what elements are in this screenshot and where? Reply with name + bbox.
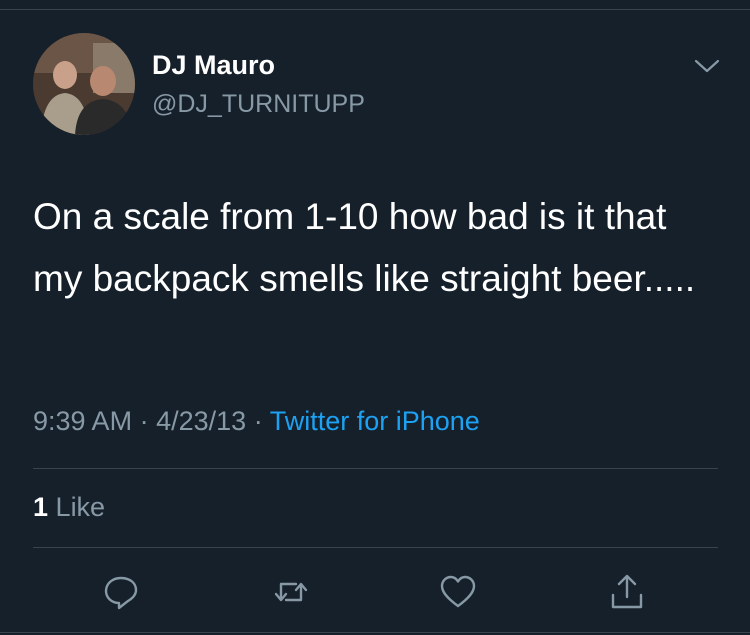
share-icon[interactable] <box>608 573 646 611</box>
tweet-date: 4/23/13 <box>156 406 247 436</box>
divider <box>33 468 718 469</box>
user-handle[interactable]: @DJ_TURNITUPP <box>152 90 365 119</box>
meta-separator-2: · <box>253 406 263 436</box>
divider <box>33 547 718 548</box>
likes-count[interactable]: 1 Like <box>33 492 105 523</box>
meta-separator: · <box>139 406 149 436</box>
like-count-number: 1 <box>33 492 49 522</box>
tweet-meta: 9:39 AM · 4/23/13 · Twitter for iPhone <box>33 406 480 437</box>
display-name[interactable]: DJ Mauro <box>152 50 275 81</box>
like-count-label: Like <box>55 492 106 522</box>
chevron-down-icon[interactable] <box>692 54 722 78</box>
reply-icon[interactable] <box>102 573 140 611</box>
bottom-divider <box>0 632 750 633</box>
tweet-text: On a scale from 1-10 how bad is it that … <box>33 196 696 299</box>
profile-photo-icon <box>33 33 135 135</box>
top-divider <box>0 9 750 10</box>
avatar[interactable] <box>33 33 135 135</box>
tweet-time: 9:39 AM <box>33 406 133 436</box>
tweet-source-link[interactable]: Twitter for iPhone <box>270 406 480 436</box>
like-icon[interactable] <box>439 573 477 611</box>
retweet-icon[interactable] <box>272 573 310 611</box>
